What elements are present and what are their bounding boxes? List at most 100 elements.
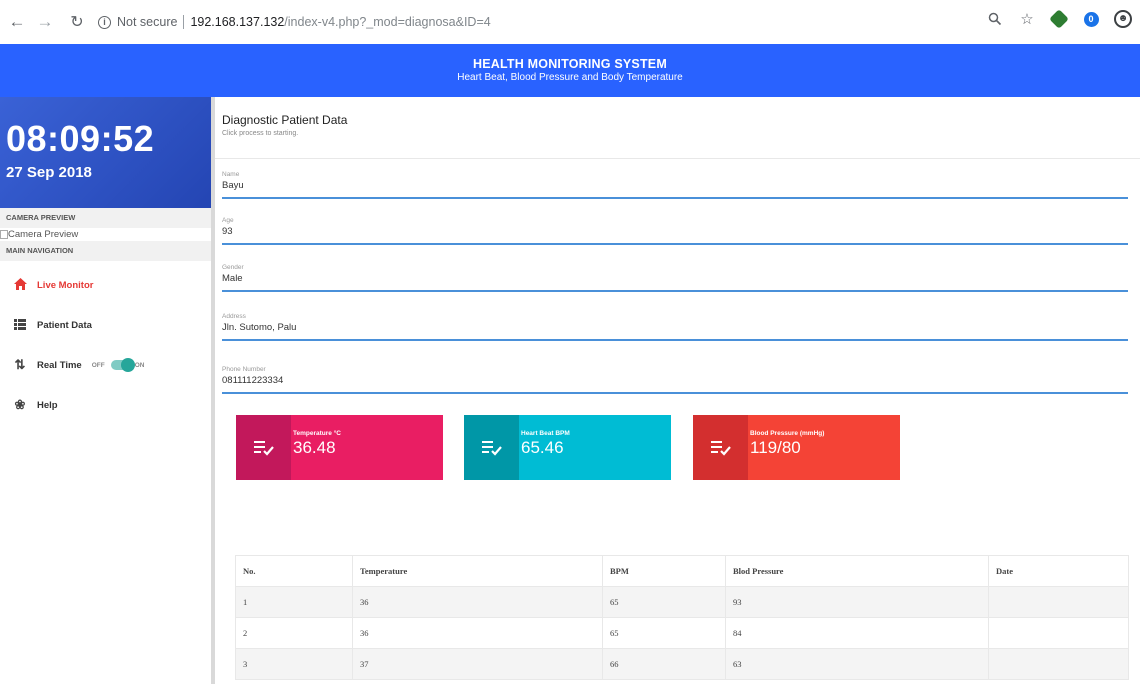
cell-blood-pressure: 93: [725, 586, 989, 618]
cell-no: 1: [235, 586, 353, 618]
name-label: Name: [222, 171, 240, 178]
age-label: Age: [222, 217, 234, 224]
camera-alt-text: Camera Preview: [8, 229, 79, 240]
nav-live-monitor[interactable]: Live Monitor: [0, 265, 211, 305]
back-arrow-icon[interactable]: ←: [6, 11, 28, 33]
playlist-check-icon: [693, 415, 748, 480]
cell-bpm: 65: [602, 586, 726, 618]
nav-help[interactable]: ❀ Help: [0, 385, 211, 425]
clock-date: 27 Sep 2018: [6, 164, 92, 181]
temperature-stat-box: Temperature °C 36.48: [236, 415, 443, 480]
cell-bpm: 65: [602, 617, 726, 649]
gender-label: Gender: [222, 264, 244, 271]
heartbeat-label: Heart Beat BPM: [521, 430, 570, 437]
temperature-label: Temperature °C: [293, 430, 341, 437]
col-blood-pressure: Blod Pressure: [725, 555, 989, 587]
table-row: 2 36 65 84: [235, 617, 1129, 649]
blood-pressure-label: Blood Pressure (mmHg): [750, 430, 825, 437]
heartbeat-stat-box: Heart Beat BPM 65.46: [464, 415, 671, 480]
url-host: 192.168.137.132: [190, 15, 285, 29]
page-title: Diagnostic Patient Data: [222, 113, 348, 127]
profile-icon[interactable]: ☻: [1114, 10, 1132, 28]
cell-blood-pressure: 84: [725, 617, 989, 649]
heartbeat-value: 65.46: [521, 438, 564, 457]
age-value: 93: [222, 226, 233, 237]
list-icon: [13, 318, 27, 333]
nav-real-time-label: Real Time: [37, 359, 82, 371]
divider: [183, 15, 185, 29]
camera-preview-header: CAMERA PREVIEW: [0, 208, 211, 228]
app-header: HEALTH MONITORING SYSTEM Heart Beat, Blo…: [0, 44, 1140, 97]
main-navigation-header: MAIN NAVIGATION: [0, 241, 211, 261]
nav-real-time: ⇅ Real Time OFF ON: [0, 345, 211, 385]
address-value: Jln. Sutomo, Palu: [222, 322, 297, 333]
info-icon[interactable]: i: [98, 15, 111, 29]
table-header-row: No. Temperature BPM Blod Pressure Date: [235, 555, 1129, 587]
phone-field[interactable]: Phone Number 081111223334: [222, 362, 1128, 394]
toggle-knob[interactable]: [120, 358, 135, 372]
card-header: Diagnostic Patient Data Click process to…: [215, 97, 1140, 159]
nav-patient-data-label: Patient Data: [37, 319, 92, 331]
gender-value: Male: [222, 273, 243, 284]
broken-image-icon: [0, 230, 8, 239]
phone-label: Phone Number: [222, 366, 266, 373]
address-field[interactable]: Address Jln. Sutomo, Palu: [222, 309, 1128, 341]
cell-no: 3: [235, 648, 353, 680]
sidebar: 08:09:52 27 Sep 2018 CAMERA PREVIEW Came…: [0, 97, 211, 684]
toggle-on-label: ON: [134, 361, 145, 369]
extension-blue-icon[interactable]: 0: [1082, 10, 1100, 28]
gender-field[interactable]: Gender Male: [222, 260, 1128, 292]
blood-pressure-stat-box: Blood Pressure (mmHg) 119/80: [693, 415, 900, 480]
toggle-off-label: OFF: [91, 361, 105, 369]
table-row: 1 36 65 93: [235, 586, 1129, 618]
playlist-check-icon: [236, 415, 291, 480]
nav-help-label: Help: [37, 399, 58, 411]
star-icon[interactable]: ☆: [1018, 10, 1036, 28]
home-icon: [13, 277, 27, 293]
cell-bpm: 66: [602, 648, 726, 680]
real-time-toggle[interactable]: OFF ON: [91, 358, 145, 372]
cell-date: [988, 586, 1129, 618]
cell-date: [988, 648, 1129, 680]
cell-temperature: 37: [352, 648, 603, 680]
swap-icon: ⇅: [14, 357, 26, 372]
patient-history-table: No. Temperature BPM Blod Pressure Date 1…: [235, 555, 1129, 680]
zoom-icon[interactable]: [986, 10, 1004, 28]
phone-value: 081111223334: [222, 375, 284, 386]
app-subtitle: Heart Beat, Blood Pressure and Body Temp…: [457, 72, 683, 83]
blood-pressure-value: 119/80: [750, 438, 801, 457]
address-bar[interactable]: i Not secure 192.168.137.132/index-v4.ph…: [98, 9, 978, 35]
reload-icon[interactable]: ↻: [66, 11, 88, 33]
cell-no: 2: [235, 617, 353, 649]
col-date: Date: [988, 555, 1129, 587]
cell-temperature: 36: [352, 617, 603, 649]
help-icon: ❀: [14, 397, 26, 412]
security-label: Not secure: [117, 15, 178, 29]
forward-arrow-icon[interactable]: →: [34, 11, 56, 33]
col-bpm: BPM: [602, 555, 726, 587]
main-content: Diagnostic Patient Data Click process to…: [215, 97, 1140, 684]
table-row: 3 37 66 63: [235, 648, 1129, 680]
nav-live-monitor-label: Live Monitor: [37, 279, 94, 291]
extension-icon[interactable]: [1049, 9, 1069, 29]
cell-blood-pressure: 63: [725, 648, 989, 680]
camera-preview-image: Camera Preview: [0, 228, 211, 241]
name-field[interactable]: Name Bayu: [222, 167, 1128, 199]
browser-toolbar: ← → ↻ i Not secure 192.168.137.132/index…: [0, 0, 1140, 44]
nav-patient-data[interactable]: Patient Data: [0, 305, 211, 345]
app-title: HEALTH MONITORING SYSTEM: [473, 57, 667, 71]
name-value: Bayu: [222, 180, 244, 191]
cell-temperature: 36: [352, 586, 603, 618]
age-field[interactable]: Age 93: [222, 213, 1128, 245]
toggle-track[interactable]: [110, 358, 135, 372]
cell-date: [988, 617, 1129, 649]
col-no: No.: [235, 555, 353, 587]
address-label: Address: [222, 313, 246, 320]
clock-time: 08:09:52: [6, 118, 155, 159]
playlist-check-icon: [464, 415, 519, 480]
col-temperature: Temperature: [352, 555, 603, 587]
page-subtitle: Click process to starting.: [222, 130, 299, 137]
url-path: /index-v4.php?_mod=diagnosa&ID=4: [284, 15, 491, 29]
clock-panel: 08:09:52 27 Sep 2018: [0, 97, 211, 208]
temperature-value: 36.48: [293, 438, 336, 457]
